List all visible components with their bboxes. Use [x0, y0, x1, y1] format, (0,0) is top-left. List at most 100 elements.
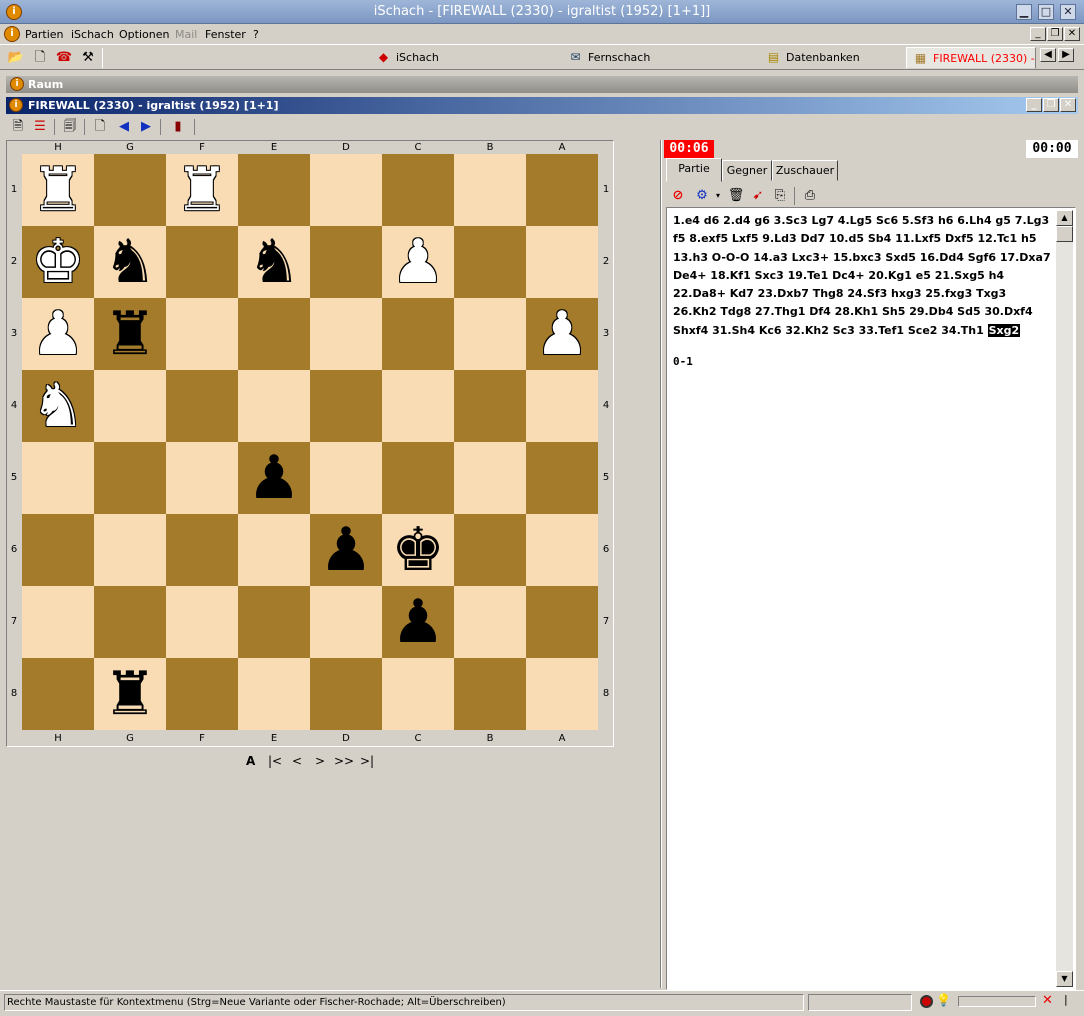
disconnect-icon[interactable]: ✕ — [1042, 993, 1053, 1008]
pin-icon[interactable]: ➹ — [748, 186, 768, 206]
square-c6[interactable]: ♚ — [382, 514, 454, 586]
square-f5[interactable] — [166, 442, 238, 514]
game-minimize-button[interactable]: _ — [1026, 98, 1042, 112]
square-g4[interactable] — [94, 370, 166, 442]
square-e2[interactable]: ♞ — [238, 226, 310, 298]
square-g3[interactable]: ♜ — [94, 298, 166, 370]
square-a4[interactable] — [526, 370, 598, 442]
minimize-button[interactable]: ▁ — [1016, 4, 1032, 20]
square-c2[interactable]: ♟ — [382, 226, 454, 298]
tab-gegner[interactable]: Gegner — [722, 160, 772, 181]
square-e6[interactable] — [238, 514, 310, 586]
square-h1[interactable]: ♜ — [22, 154, 94, 226]
square-d7[interactable] — [310, 586, 382, 658]
square-b7[interactable] — [454, 586, 526, 658]
white-king-icon[interactable]: ♚ — [31, 226, 85, 298]
tab-scroll-left-button[interactable]: ◀ — [1040, 48, 1056, 62]
square-d1[interactable] — [310, 154, 382, 226]
square-f3[interactable] — [166, 298, 238, 370]
new-page-icon[interactable]: 🗋 — [90, 118, 110, 136]
black-rook-icon[interactable]: ♜ — [103, 298, 157, 370]
close-button[interactable]: ✕ — [1060, 4, 1076, 20]
tab-partie[interactable]: Partie — [666, 158, 722, 182]
notation-panel[interactable]: 1.e4 d6 2.d4 g6 3.Sc3 Lg7 4.Lg5 Sc6 5.Sf… — [666, 207, 1076, 990]
square-b4[interactable] — [454, 370, 526, 442]
square-b6[interactable] — [454, 514, 526, 586]
square-g8[interactable]: ♜ — [94, 658, 166, 730]
square-b5[interactable] — [454, 442, 526, 514]
square-b8[interactable] — [454, 658, 526, 730]
square-d2[interactable] — [310, 226, 382, 298]
new-document-icon[interactable]: 🗋 — [30, 48, 50, 68]
square-e4[interactable] — [238, 370, 310, 442]
scroll-thumb[interactable] — [1056, 226, 1073, 242]
square-f4[interactable] — [166, 370, 238, 442]
square-c5[interactable] — [382, 442, 454, 514]
square-e5[interactable]: ♟ — [238, 442, 310, 514]
tools-icon[interactable]: ⚒ — [78, 48, 98, 68]
scroll-down-arrow-icon[interactable]: ▼ — [1056, 971, 1073, 987]
trash-icon[interactable]: 🗑 — [726, 186, 746, 206]
square-f2[interactable] — [166, 226, 238, 298]
square-c8[interactable] — [382, 658, 454, 730]
square-b3[interactable] — [454, 298, 526, 370]
white-pawn-icon[interactable]: ♟ — [391, 226, 445, 298]
square-f6[interactable] — [166, 514, 238, 586]
square-e8[interactable] — [238, 658, 310, 730]
tab-scroll-right-button[interactable]: ▶ — [1058, 48, 1074, 62]
nav-next-button[interactable]: > — [315, 754, 325, 768]
square-d4[interactable] — [310, 370, 382, 442]
white-rook-icon[interactable]: ♜ — [31, 154, 85, 226]
move-list-icon[interactable]: ☰ — [30, 118, 50, 136]
game-window-icon[interactable]: i — [9, 98, 23, 112]
current-move[interactable]: Sxg2 — [987, 323, 1021, 337]
square-h3[interactable]: ♟ — [22, 298, 94, 370]
square-g5[interactable] — [94, 442, 166, 514]
black-pawn-icon[interactable]: ♟ — [247, 442, 301, 514]
square-f7[interactable] — [166, 586, 238, 658]
square-d6[interactable]: ♟ — [310, 514, 382, 586]
square-g7[interactable] — [94, 586, 166, 658]
nav-fast-forward-button[interactable]: >> — [334, 754, 354, 768]
save-game-icon[interactable]: 🗎 — [8, 118, 28, 136]
document-icon[interactable]: 🗐 — [60, 118, 80, 136]
stop-icon[interactable]: ⊘ — [668, 186, 688, 206]
square-c3[interactable] — [382, 298, 454, 370]
black-pawn-icon[interactable]: ♟ — [391, 586, 445, 658]
square-h2[interactable]: ♚ — [22, 226, 94, 298]
square-c1[interactable] — [382, 154, 454, 226]
square-a3[interactable]: ♟ — [526, 298, 598, 370]
square-a2[interactable] — [526, 226, 598, 298]
square-a1[interactable] — [526, 154, 598, 226]
menu-partien[interactable]: Partien — [25, 28, 64, 41]
square-h8[interactable] — [22, 658, 94, 730]
square-d3[interactable] — [310, 298, 382, 370]
nav-prev-button[interactable]: < — [292, 754, 302, 768]
white-rook-icon[interactable]: ♜ — [175, 154, 229, 226]
mdi-restore-button[interactable]: ❐ — [1047, 27, 1063, 41]
menu-help[interactable]: ? — [253, 28, 259, 41]
square-d5[interactable] — [310, 442, 382, 514]
open-folder-icon[interactable]: 📂 — [6, 48, 26, 68]
scroll-up-arrow-icon[interactable]: ▲ — [1056, 210, 1073, 226]
square-h6[interactable] — [22, 514, 94, 586]
phone-icon[interactable]: ☎ — [54, 48, 74, 68]
square-f1[interactable]: ♜ — [166, 154, 238, 226]
square-d8[interactable] — [310, 658, 382, 730]
square-e1[interactable] — [238, 154, 310, 226]
menu-optionen[interactable]: Optionen — [119, 28, 169, 41]
game-close-button[interactable]: ✕ — [1060, 98, 1076, 112]
square-b2[interactable] — [454, 226, 526, 298]
white-pawn-icon[interactable]: ♟ — [31, 298, 85, 370]
square-c7[interactable]: ♟ — [382, 586, 454, 658]
black-rook-icon[interactable]: ♜ — [103, 658, 157, 730]
nav-first-button[interactable]: |< — [268, 754, 282, 768]
square-e3[interactable] — [238, 298, 310, 370]
back-arrow-icon[interactable]: ◀ — [114, 118, 134, 136]
maximize-button[interactable]: □ — [1038, 4, 1054, 20]
black-knight-icon[interactable]: ♞ — [247, 226, 301, 298]
square-h7[interactable] — [22, 586, 94, 658]
raum-bar[interactable]: i Raum — [6, 76, 1078, 93]
square-h4[interactable]: ♞ — [22, 370, 94, 442]
tab-datenbanken[interactable]: ▤ Datenbanken — [760, 47, 864, 69]
